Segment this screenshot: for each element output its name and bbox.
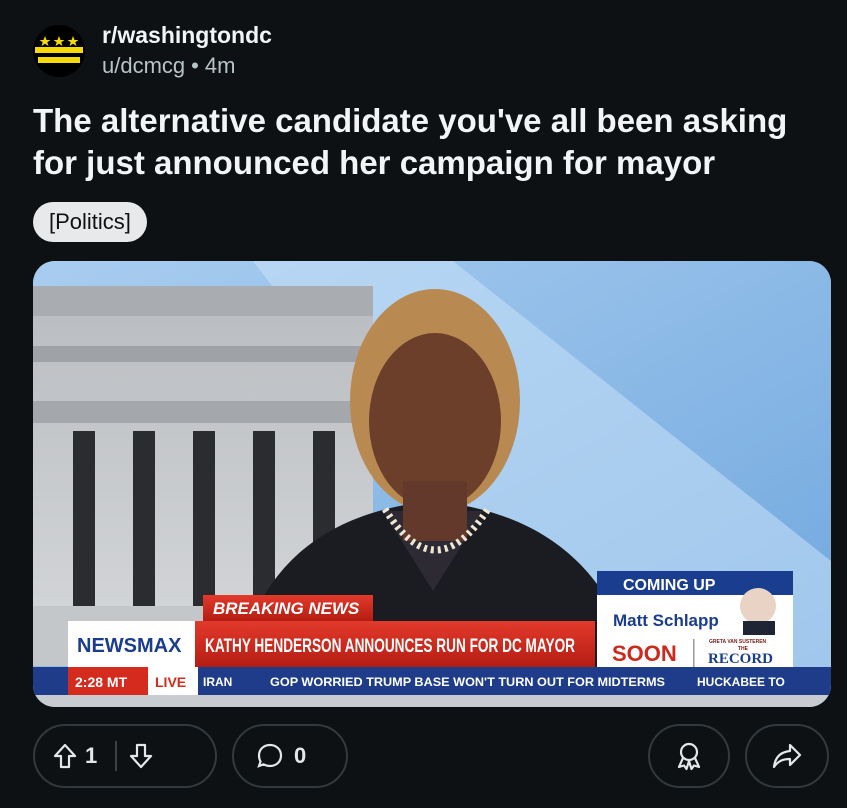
show-small-label: GRETA VAN SUSTEREN (709, 639, 767, 645)
breaking-news-label: BREAKING NEWS (213, 599, 360, 618)
vote-count: 1 (85, 743, 98, 768)
headline-text: KATHY HENDERSON ANNOUNCES RUN FOR DC MAY… (205, 636, 575, 657)
share-button[interactable] (745, 724, 829, 788)
comments-button[interactable]: 0 (232, 724, 348, 788)
upvote-icon[interactable] (53, 743, 77, 769)
comment-count: 0 (294, 743, 307, 768)
comment-icon (256, 742, 284, 770)
post-actions: 1 0 (33, 724, 831, 790)
vote-bar: 1 (33, 724, 217, 788)
ticker-item: IRAN (203, 675, 232, 689)
news-screenshot: BREAKING NEWS NEWSMAX KATHY HENDERSON AN… (33, 261, 831, 707)
live-label: LIVE (155, 674, 186, 690)
post-title[interactable]: The alternative candidate you've all bee… (33, 100, 823, 184)
post-age: 4m (204, 53, 236, 78)
post-image[interactable]: BREAKING NEWS NEWSMAX KATHY HENDERSON AN… (33, 261, 831, 707)
ticker-item: GOP WORRIED TRUMP BASE WON'T TURN OUT FO… (270, 675, 665, 689)
newsmax-logo: NEWSMAX (77, 635, 182, 657)
post-flair[interactable]: [Politics] (33, 202, 147, 242)
soon-label: SOON (612, 641, 677, 666)
subreddit-name[interactable]: r/washingtondc (102, 22, 272, 49)
coming-up-label: COMING UP (623, 577, 716, 594)
meta-separator: • (191, 53, 199, 78)
downvote-icon[interactable] (129, 743, 153, 769)
coming-up-name: Matt Schlapp (613, 611, 719, 630)
share-icon (772, 742, 802, 770)
award-icon (674, 741, 704, 771)
ticker-item: HUCKABEE TO (697, 675, 785, 689)
author-name[interactable]: u/dcmcg (102, 53, 185, 78)
award-button[interactable] (648, 724, 730, 788)
vote-divider (115, 741, 118, 771)
post-meta: u/dcmcg • 4m (102, 53, 235, 79)
show-name: RECORD (708, 651, 773, 667)
subreddit-avatar[interactable] (33, 25, 85, 77)
time-label: 2:28 MT (75, 674, 128, 690)
post-header: r/washingtondc u/dcmcg • 4m (33, 22, 813, 82)
